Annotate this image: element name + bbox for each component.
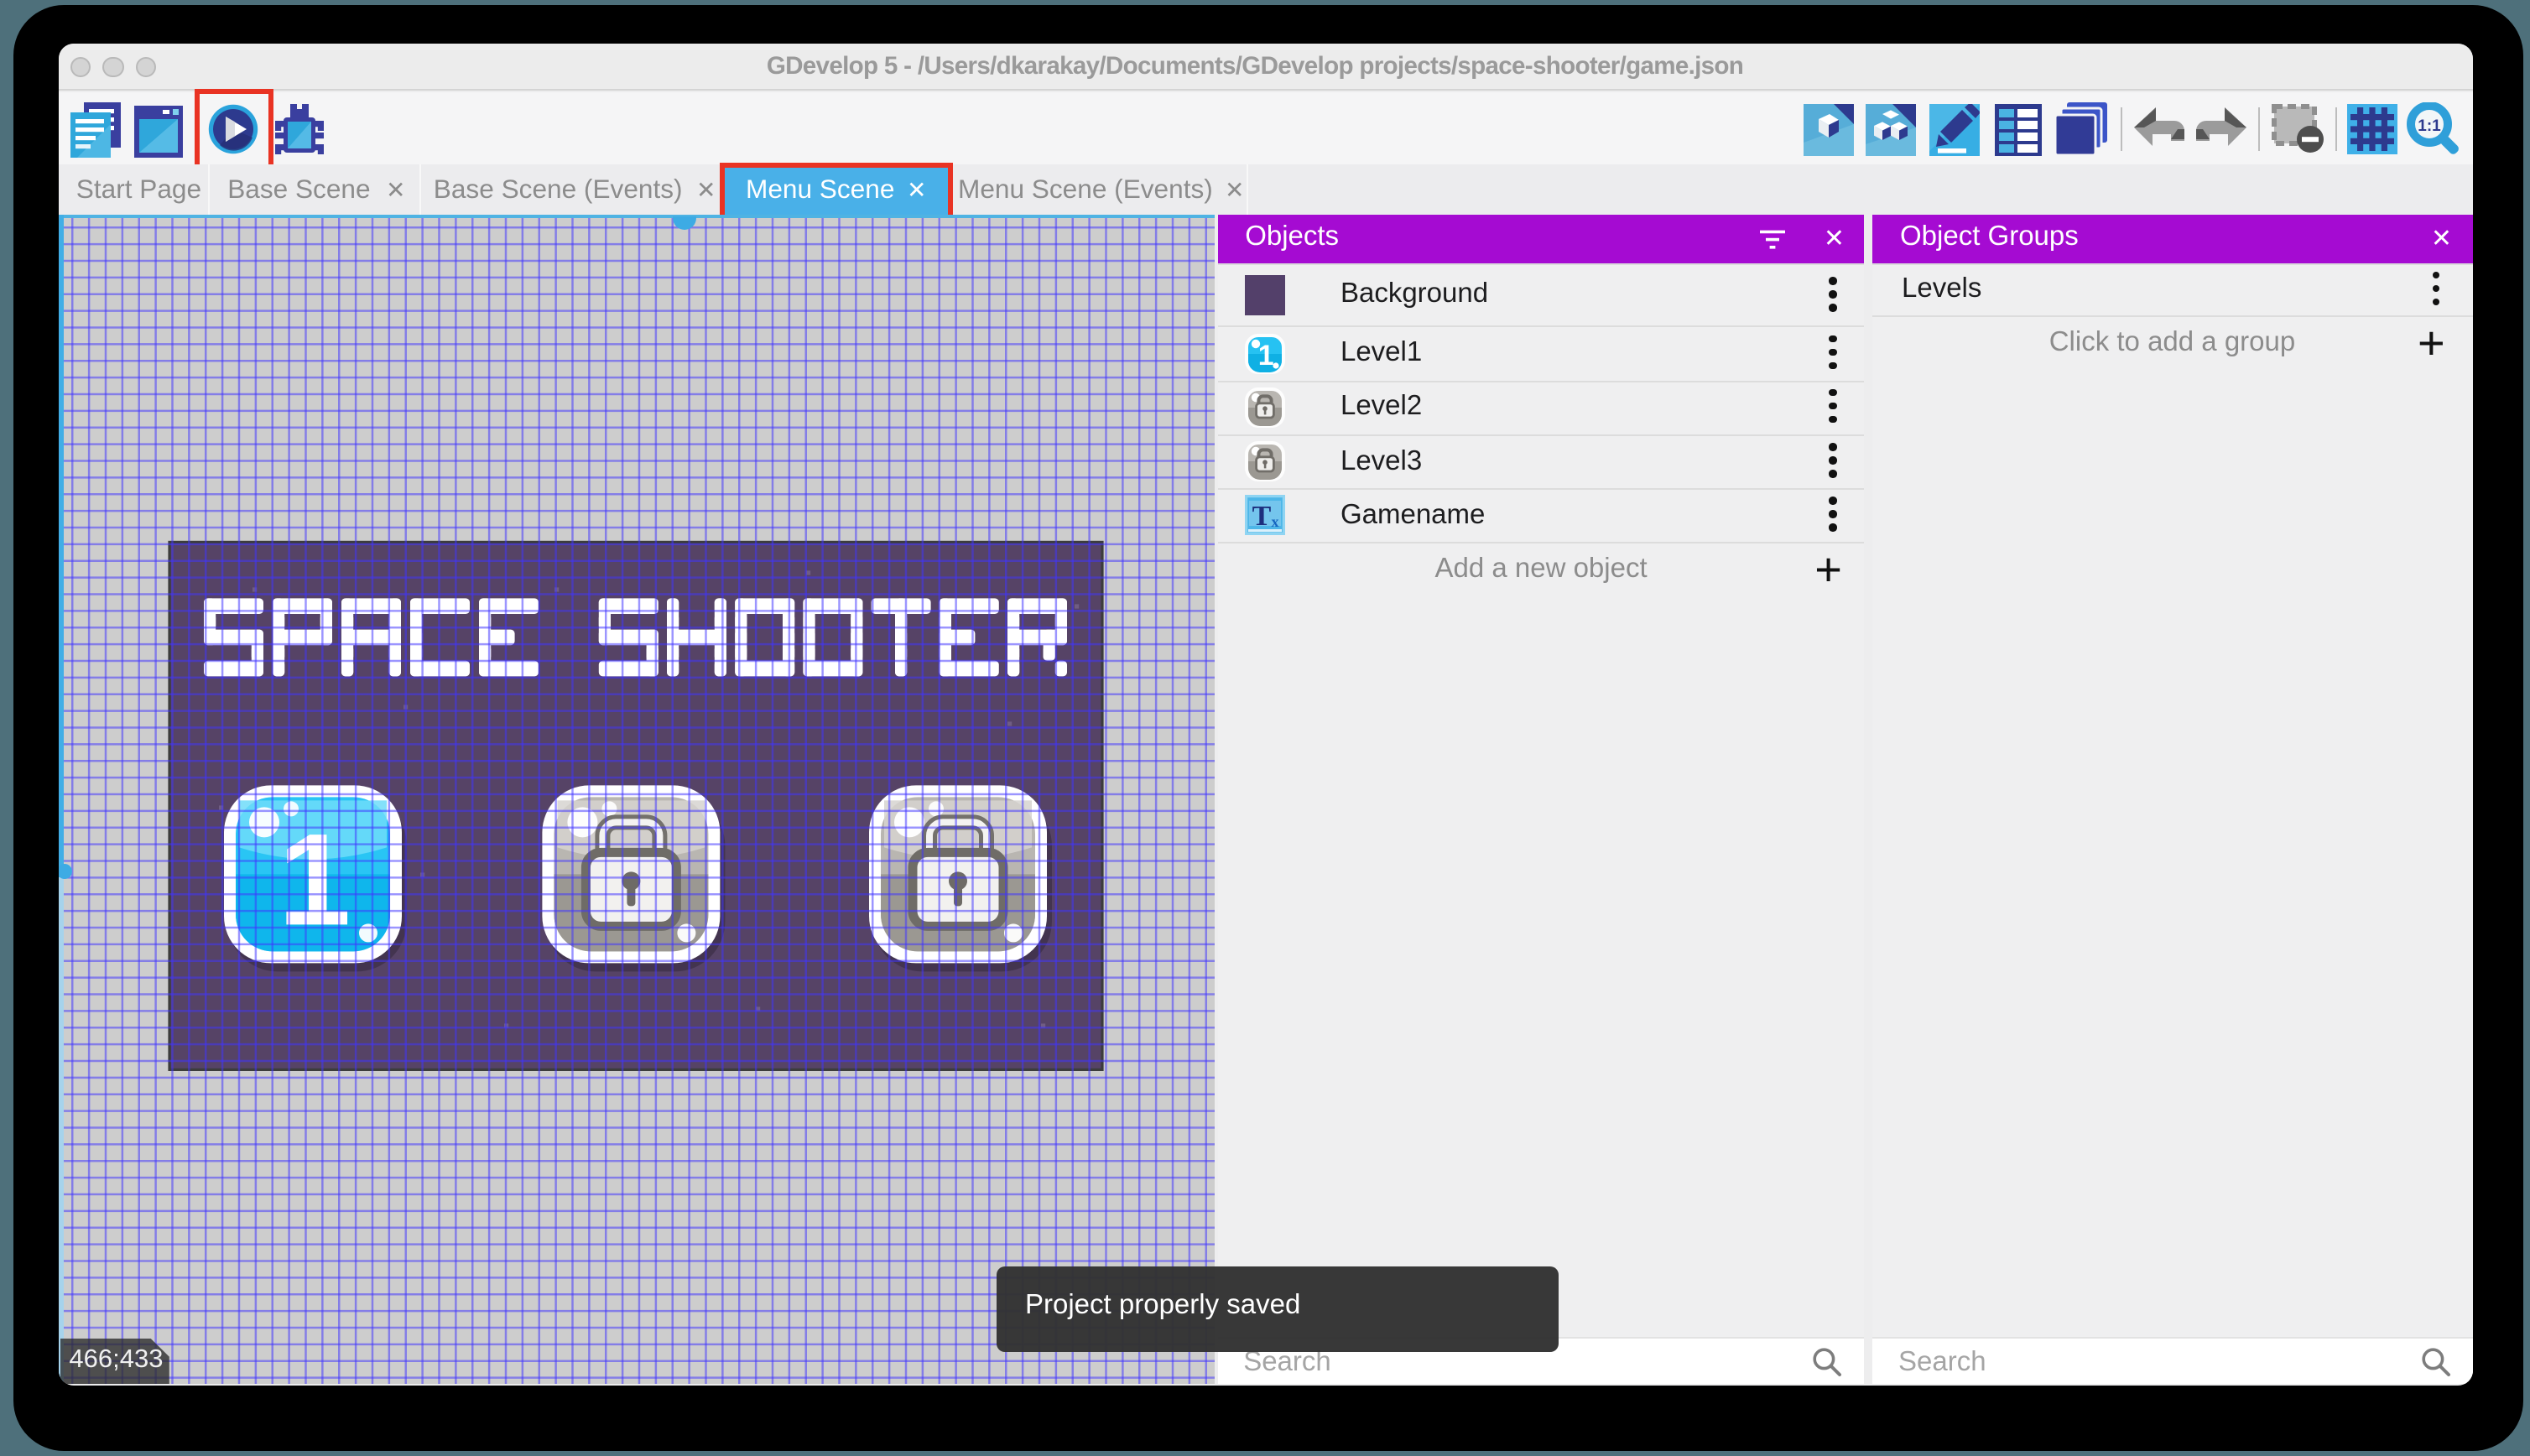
svg-text:x: x (1271, 514, 1278, 531)
svg-text:1:1: 1:1 (2418, 117, 2441, 135)
svg-text:T: T (1252, 502, 1271, 533)
svg-text:1: 1 (1257, 339, 1273, 371)
svg-text:1: 1 (278, 807, 351, 953)
